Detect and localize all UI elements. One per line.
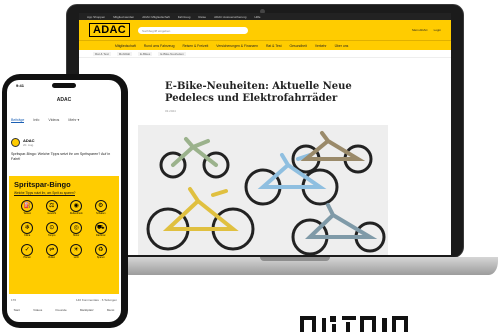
topbar-link[interactable]: ADAC Autoversicherung: [214, 15, 246, 19]
bingo-cell-label: Schalten: [96, 212, 106, 215]
status-time: 9:41: [16, 83, 25, 88]
bingo-cell[interactable]: ⚙ Schalten: [89, 200, 114, 218]
bingo-tip-icon: ❄: [21, 222, 34, 234]
my-adac-link[interactable]: Mein ADAC: [412, 28, 428, 32]
breadcrumb-item[interactable]: Mobilität: [116, 51, 132, 56]
topbar-link[interactable]: App Shoppen: [87, 15, 105, 19]
bingo-subtitle: Welche Tipps nutzt ihr, um Sprit zu spar…: [14, 191, 76, 196]
bingo-cell[interactable]: ✓ Planen: [15, 244, 40, 262]
bingo-tip-icon: ⇌: [45, 244, 58, 256]
article-title: E-Bike-Neuheiten: Aktuelle Neue Pedelecs…: [165, 81, 352, 104]
article-date: 03.2024: [165, 109, 176, 113]
topbar-link[interactable]: Fahrzeug: [178, 15, 191, 19]
reactions-count[interactable]: 176: [11, 298, 16, 302]
bingo-tip-icon: ◎: [70, 222, 83, 234]
bingo-cell-label: Sparen: [96, 256, 105, 259]
bingo-cell[interactable]: ⇌ Rollen: [40, 244, 65, 262]
bingo-tip-icon: ♻: [94, 244, 107, 256]
bottom-nav-item[interactable]: Freunde: [55, 308, 66, 312]
ebike-hero-image: [138, 125, 388, 255]
laptop-notch: [260, 257, 330, 261]
post-author: ADAC 20. Aug.: [11, 138, 35, 147]
bingo-cell-label: Motor: [73, 234, 80, 237]
page-tabs: Beiträge Info Videos Mehr ▾: [11, 118, 79, 123]
nav-item[interactable]: Mitgliedschaft: [115, 44, 136, 48]
bingo-tip-icon: ⛟: [94, 222, 107, 234]
bingo-tip-icon: ☀: [70, 244, 83, 256]
main-nav: Mitgliedschaft Rund ums Fahrzeug Reisen …: [79, 40, 451, 50]
adac-logo[interactable]: ADAC: [89, 23, 130, 37]
bingo-tip-icon: ✓: [21, 244, 34, 256]
breadcrumb-item[interactable]: Rat & Test: [93, 51, 111, 56]
bingo-cell[interactable]: ⊙ Tempo: [40, 222, 65, 240]
bingo-tip-icon: ⛽: [21, 200, 34, 212]
breadcrumb-item[interactable]: E-Bike-Neuheiten: [158, 51, 186, 56]
bingo-cell-label: Tempo: [48, 234, 56, 237]
laptop-screen: App Shoppen Mitglied werden ADAC Mitglie…: [79, 13, 451, 255]
topbar-link[interactable]: Reise: [198, 15, 206, 19]
bottom-nav-item[interactable]: Start: [14, 308, 20, 312]
bingo-cell[interactable]: ◎ Motor: [64, 222, 89, 240]
post-text: Spritspar-Bingo: Welche Tipps setzt ihr …: [11, 152, 111, 161]
nav-item[interactable]: Verkehr: [315, 44, 327, 48]
phone-nav-title: ADAC: [56, 97, 72, 103]
nav-item[interactable]: Rat & Test: [266, 44, 282, 48]
bingo-tip-icon: ⚙: [94, 200, 107, 212]
nav-item[interactable]: Gesundheit: [290, 44, 307, 48]
nav-item[interactable]: Reisen & Freizeit: [182, 44, 208, 48]
ebikes-illustration: [146, 131, 386, 255]
topbar-link[interactable]: ADAC Mitgliedschaft: [142, 15, 170, 19]
header-util: Mein ADAC Login: [412, 28, 441, 32]
bingo-cell[interactable]: ⚖ Gewicht: [40, 200, 65, 218]
bingo-cell[interactable]: ❄ Klima: [15, 222, 40, 240]
post-stats: 176 140 Kommentare · 6 Teilungen: [11, 298, 117, 302]
bottom-nav-item[interactable]: Menü: [107, 308, 115, 312]
bottom-nav-item[interactable]: Videos: [33, 308, 42, 312]
nav-item[interactable]: Versicherungen & Finanzen: [216, 44, 258, 48]
breadcrumb-item[interactable]: E-Bikes: [137, 51, 153, 56]
bingo-title: Spritspar-Bingo: [14, 180, 71, 189]
site-header: ADAC Suchbegriff eingeben Mein ADAC Logi…: [79, 20, 451, 40]
bingo-cell-label: Gewicht: [47, 212, 57, 215]
comments-shares[interactable]: 140 Kommentare · 6 Teilungen: [76, 298, 117, 302]
bingo-tip-icon: ⚖: [45, 200, 58, 212]
tab-info[interactable]: Info: [33, 118, 39, 123]
bingo-cell[interactable]: ◉ Reifendruck: [64, 200, 89, 218]
bingo-cell-label: Rollen: [48, 256, 56, 259]
phone-screen: 9:41 ADAC Beiträge Info Videos Mehr ▾ AD…: [7, 80, 121, 322]
bingo-cell-label: Tanken: [23, 212, 32, 215]
bingo-grid: ⛽ Tanken ⚖ Gewicht ◉ Reifendruck ⚙ Schalten ❄ Kli…: [15, 200, 113, 262]
bingo-tip-icon: ⊙: [45, 222, 58, 234]
bingo-cell-label: Reifendruck: [69, 212, 83, 215]
breadcrumb: Rat & Test Mobilität E-Bikes E-Bike-Neuh…: [79, 50, 451, 58]
qr-code-graphic: [300, 316, 408, 332]
bingo-cell-label: Klima: [24, 234, 31, 237]
bingo-cell-label: Dachbox: [96, 234, 106, 237]
post-date: 20. Aug.: [23, 143, 35, 147]
tab-more[interactable]: Mehr ▾: [68, 118, 79, 123]
bingo-cell-label: Licht: [73, 256, 79, 259]
tab-videos[interactable]: Videos: [48, 118, 59, 123]
bingo-cell[interactable]: ⛽ Tanken: [15, 200, 40, 218]
promo-image: App Shoppen Mitglied werden ADAC Mitglie…: [0, 0, 498, 332]
search-input[interactable]: Suchbegriff eingeben: [137, 26, 248, 34]
bingo-cell[interactable]: ⛟ Dachbox: [89, 222, 114, 240]
bottom-nav: Start Videos Freunde Marktplatz Menü: [7, 308, 121, 312]
topbar-link[interactable]: Hilfe: [254, 15, 260, 19]
avatar[interactable]: [11, 138, 20, 147]
bottom-nav-item[interactable]: Marktplatz: [80, 308, 94, 312]
laptop-topbar: App Shoppen Mitglied werden ADAC Mitglie…: [79, 13, 451, 20]
bingo-cell-label: Planen: [23, 256, 31, 259]
dynamic-island: [52, 83, 76, 88]
login-link[interactable]: Login: [434, 28, 441, 32]
topbar-link[interactable]: Mitglied werden: [113, 15, 134, 19]
bingo-cell[interactable]: ☀ Licht: [64, 244, 89, 262]
bingo-cell[interactable]: ♻ Sparen: [89, 244, 114, 262]
bingo-tip-icon: ◉: [70, 200, 83, 212]
nav-item[interactable]: Rund ums Fahrzeug: [144, 44, 175, 48]
bingo-card[interactable]: Spritspar-Bingo Welche Tipps nutzt ihr, …: [9, 176, 119, 294]
nav-item[interactable]: Über uns: [335, 44, 349, 48]
tab-posts[interactable]: Beiträge: [11, 118, 25, 123]
